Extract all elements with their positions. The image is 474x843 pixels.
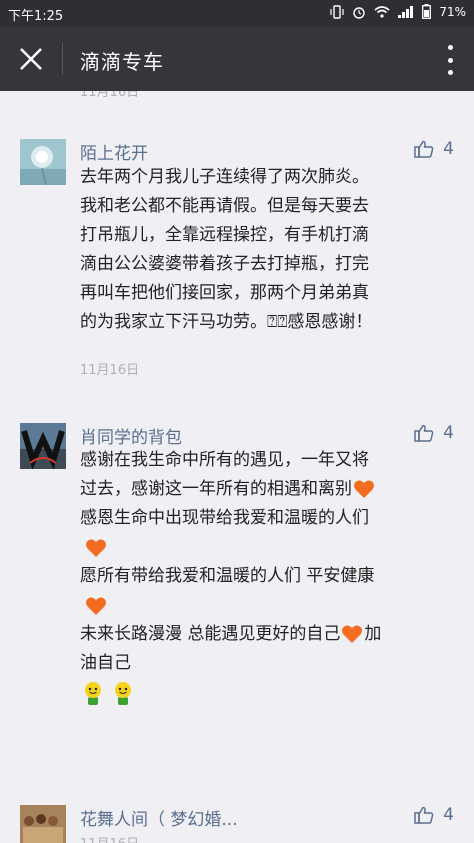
comment-text-line: 的为我家立下汗马功劳。⍰⍰感恩感谢！ — [80, 312, 373, 332]
comment-username[interactable]: 陌上花开 — [80, 139, 148, 164]
comment-text-line: 未来长路漫漫 总能遇见更好的自己 加 — [80, 620, 460, 649]
comment-username[interactable]: 花舞人间（ 梦幻婚... — [80, 805, 238, 830]
comment-text-line: 去年两个月我儿子连续得了两次肺炎。 — [80, 167, 369, 187]
comment-date: 11月16日 — [80, 363, 140, 378]
status-bar: 下午1:25 71% — [0, 0, 474, 27]
comment-text: 去年两个月我儿子连续得了两次肺炎。 我和老公都不能再请假。但是每天要去 打吊瓶儿… — [80, 163, 460, 337]
close-icon[interactable] — [18, 46, 44, 72]
like-button[interactable]: 4 — [414, 139, 454, 159]
comment-text-line: 感恩生命中出现带给我爱和温暖的人们 — [80, 508, 369, 528]
battery-percent: 71% — [439, 4, 466, 19]
comment-text-line — [80, 533, 460, 562]
comment-date: 11月16日 — [80, 833, 139, 843]
comment-text-line: 愿所有带给我爱和温暖的人们 平安健康 — [80, 566, 375, 586]
like-count: 4 — [443, 805, 454, 825]
like-button[interactable]: 4 — [414, 805, 454, 825]
dot-icon — [447, 57, 453, 63]
comment-text-line: 过去，感谢这一年所有的相遇和离别 — [80, 475, 460, 504]
thumbs-up-icon — [414, 806, 434, 824]
like-count: 4 — [443, 139, 454, 159]
title-divider — [62, 43, 63, 75]
dot-icon — [447, 70, 453, 75]
comment-text-line: 我和老公都不能再请假。但是每天要去 — [80, 196, 369, 216]
comment-text: 感谢在我生命中所有的遇见，一年又将 过去，感谢这一年所有的相遇和离别 感恩生命中… — [80, 446, 460, 707]
title-bar: 滴滴专车 — [0, 27, 474, 91]
comment-text-fragment: 加 — [364, 624, 382, 644]
emoji-row — [80, 678, 460, 707]
orange-heart-icon — [342, 625, 363, 643]
like-count: 4 — [443, 423, 454, 443]
wifi-icon — [374, 6, 390, 18]
comment-username[interactable]: 肖同学的背包 — [80, 423, 182, 448]
like-button[interactable]: 4 — [414, 423, 454, 443]
vibrate-icon — [330, 4, 344, 19]
alarm-icon — [353, 6, 366, 19]
avatar[interactable] — [20, 423, 66, 469]
w-logo-avatar-image — [20, 423, 66, 469]
orange-heart-icon — [354, 480, 374, 498]
more-menu-button[interactable] — [444, 45, 456, 75]
dandelion-avatar-image — [20, 139, 66, 185]
page-title: 滴滴专车 — [80, 50, 164, 74]
comment-text-line: 滴由公公婆婆带着孩子去打掉瓶，打完 — [80, 254, 369, 274]
previous-comment-date: 11月16日 — [80, 91, 140, 100]
comment-text-line: 再叫车把他们接回家，那两个月弟弟真 — [80, 283, 369, 303]
comment-text-line: 油自己 — [80, 653, 131, 673]
comment-text-fragment: 过去，感谢这一年所有的相遇和离别 — [80, 479, 352, 499]
comment-text-line: 打吊瓶儿，全靠远程操控，有手机打滴 — [80, 225, 369, 245]
comment-text-fragment: 未来长路漫漫 总能遇见更好的自己 — [80, 624, 341, 644]
signal-icon — [398, 5, 414, 18]
orange-heart-icon — [86, 538, 106, 557]
orange-heart-icon — [86, 596, 106, 615]
avatar[interactable] — [20, 139, 66, 185]
status-icons: 71% — [330, 4, 466, 19]
group-photo-avatar-image — [20, 805, 66, 843]
status-time: 下午1:25 — [8, 9, 64, 24]
comment-text-line: 感谢在我生命中所有的遇见，一年又将 — [80, 450, 369, 470]
thumbs-up-icon — [414, 140, 434, 158]
comment-feed[interactable]: 11月16日 陌上花开 4 去年两个月我儿子连续得了两次肺炎。 我和老公都不能再… — [0, 91, 474, 843]
comment-text-line — [80, 591, 460, 620]
green-smiley-icon — [85, 681, 101, 705]
avatar[interactable] — [20, 805, 66, 843]
battery-icon — [422, 4, 432, 19]
dot-icon — [447, 45, 453, 50]
thumbs-up-icon — [414, 424, 434, 442]
green-smiley-icon — [115, 681, 131, 705]
